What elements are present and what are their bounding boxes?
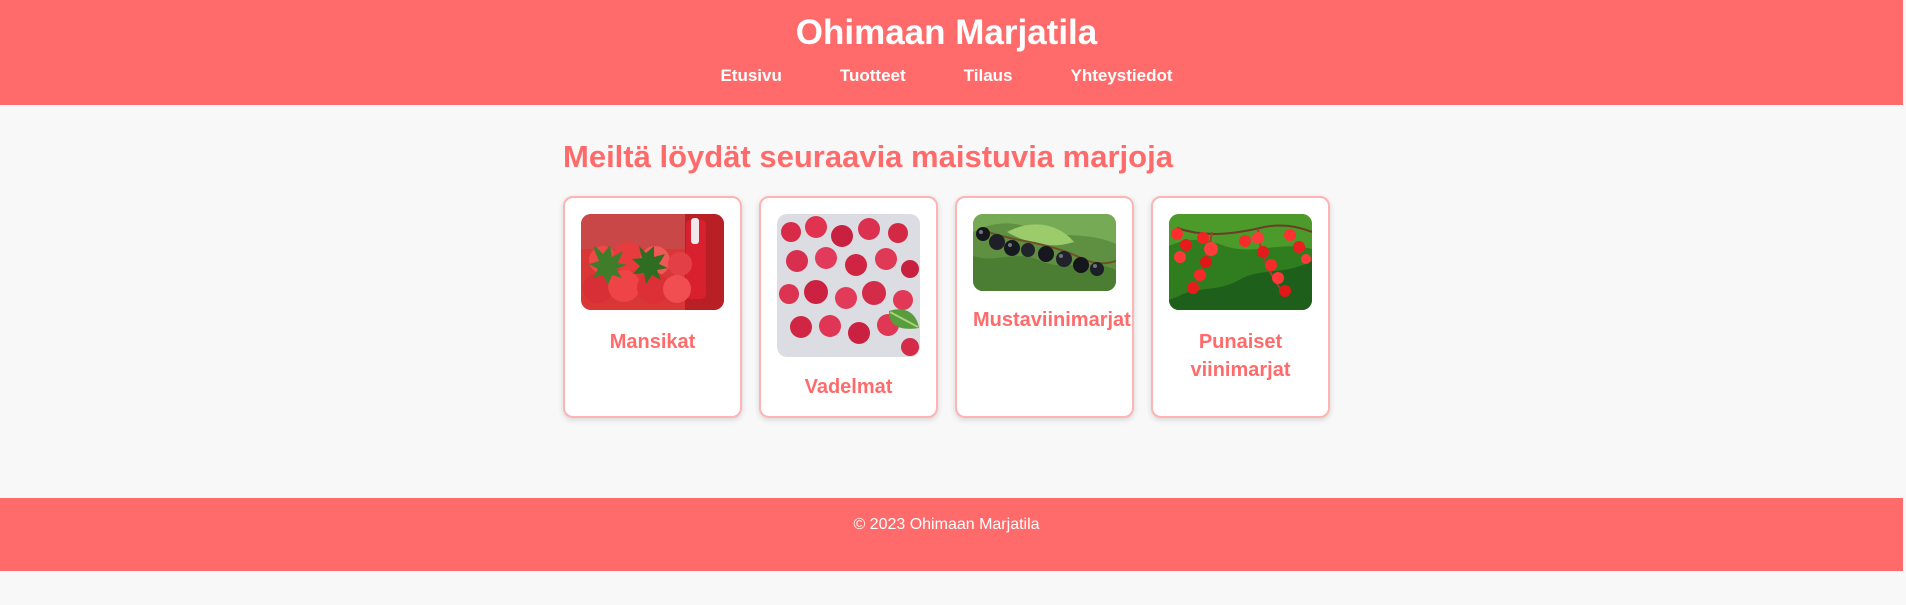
site-header: Ohimaan Marjatila Etusivu Tuotteet Tilau… <box>0 0 1903 105</box>
berry-card-raspberries[interactable]: Vadelmat <box>759 196 938 418</box>
nav-link-yhteystiedot[interactable]: Yhteystiedot <box>1071 65 1173 87</box>
main-content: Meiltä löydät seuraavia maistuvia marjoj… <box>563 138 1343 418</box>
raspberries-image <box>777 214 920 357</box>
nav-link-tuotteet[interactable]: Tuotteet <box>840 65 906 87</box>
copyright-text: © 2023 Ohimaan Marjatila <box>853 516 1040 533</box>
strawberries-image <box>581 214 724 310</box>
site-title: Ohimaan Marjatila <box>795 13 1098 52</box>
nav-link-tilaus[interactable]: Tilaus <box>964 65 1013 87</box>
nav-link-etusivu[interactable]: Etusivu <box>720 65 781 87</box>
berry-name-blackcurrants: Mustaviinimarjat <box>973 309 1131 331</box>
berry-name-strawberries: Mansikat <box>609 331 696 353</box>
berries-heading: Meiltä löydät seuraavia maistuvia marjoj… <box>563 139 1173 174</box>
berry-card-list: Mansikat Vadelmat Mustaviinimarjat Punai… <box>563 196 1330 418</box>
berry-card-redcurrants[interactable]: Punaiset viinimarjat <box>1151 196 1330 418</box>
berry-card-blackcurrants[interactable]: Mustaviinimarjat <box>955 196 1134 418</box>
berry-name-raspberries: Vadelmat <box>804 376 893 398</box>
main-navigation: Etusivu Tuotteet Tilaus Yhteystiedot <box>0 65 1893 87</box>
redcurrants-image <box>1169 214 1312 310</box>
site-footer: © 2023 Ohimaan Marjatila <box>0 498 1903 571</box>
berry-card-strawberries[interactable]: Mansikat <box>563 196 742 418</box>
blackcurrants-image <box>973 214 1116 291</box>
berry-name-redcurrants: Punaiset viinimarjat <box>1190 331 1291 381</box>
